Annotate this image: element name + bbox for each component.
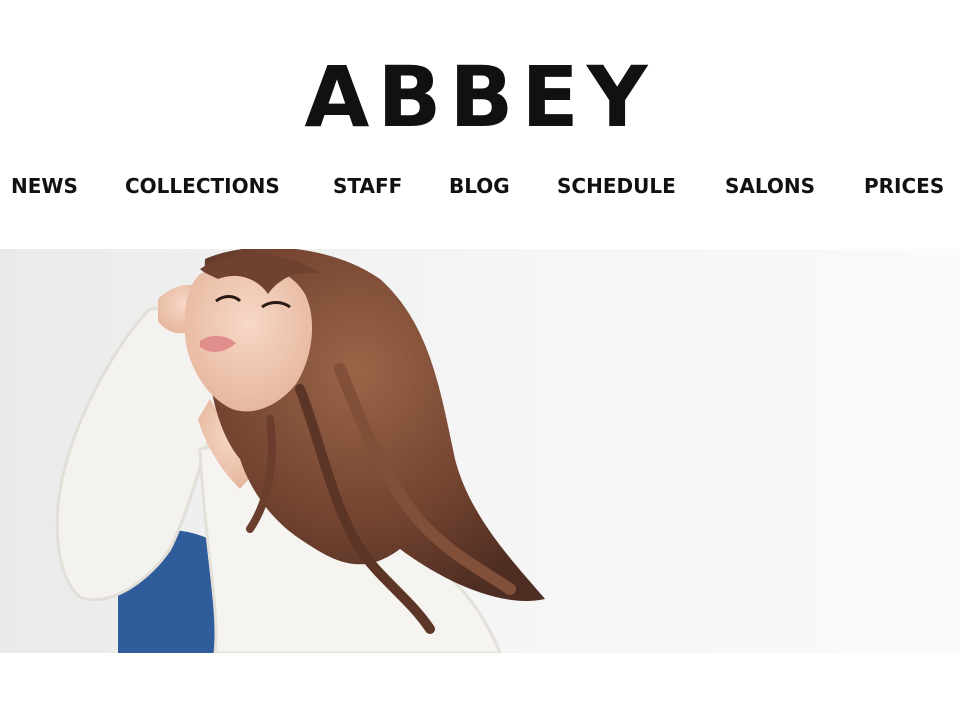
site-logo[interactable]: ABBEY [0, 52, 960, 142]
nav-item-collections[interactable]: COLLECTIONS [125, 170, 280, 202]
hero-banner [0, 249, 960, 653]
nav-item-schedule[interactable]: SCHEDULE [557, 170, 676, 202]
nav-item-news[interactable]: NEWS [11, 170, 78, 202]
page: ABBEY NEWS COLLECTIONS STAFF BLOG SCHEDU… [0, 0, 960, 720]
hero-photo [0, 249, 960, 653]
main-nav: NEWS COLLECTIONS STAFF BLOG SCHEDULE SAL… [0, 170, 960, 202]
nav-item-prices[interactable]: PRICES [864, 170, 944, 202]
nav-item-staff[interactable]: STAFF [333, 170, 402, 202]
nav-item-salons[interactable]: SALONS [725, 170, 815, 202]
nav-item-blog[interactable]: BLOG [449, 170, 510, 202]
